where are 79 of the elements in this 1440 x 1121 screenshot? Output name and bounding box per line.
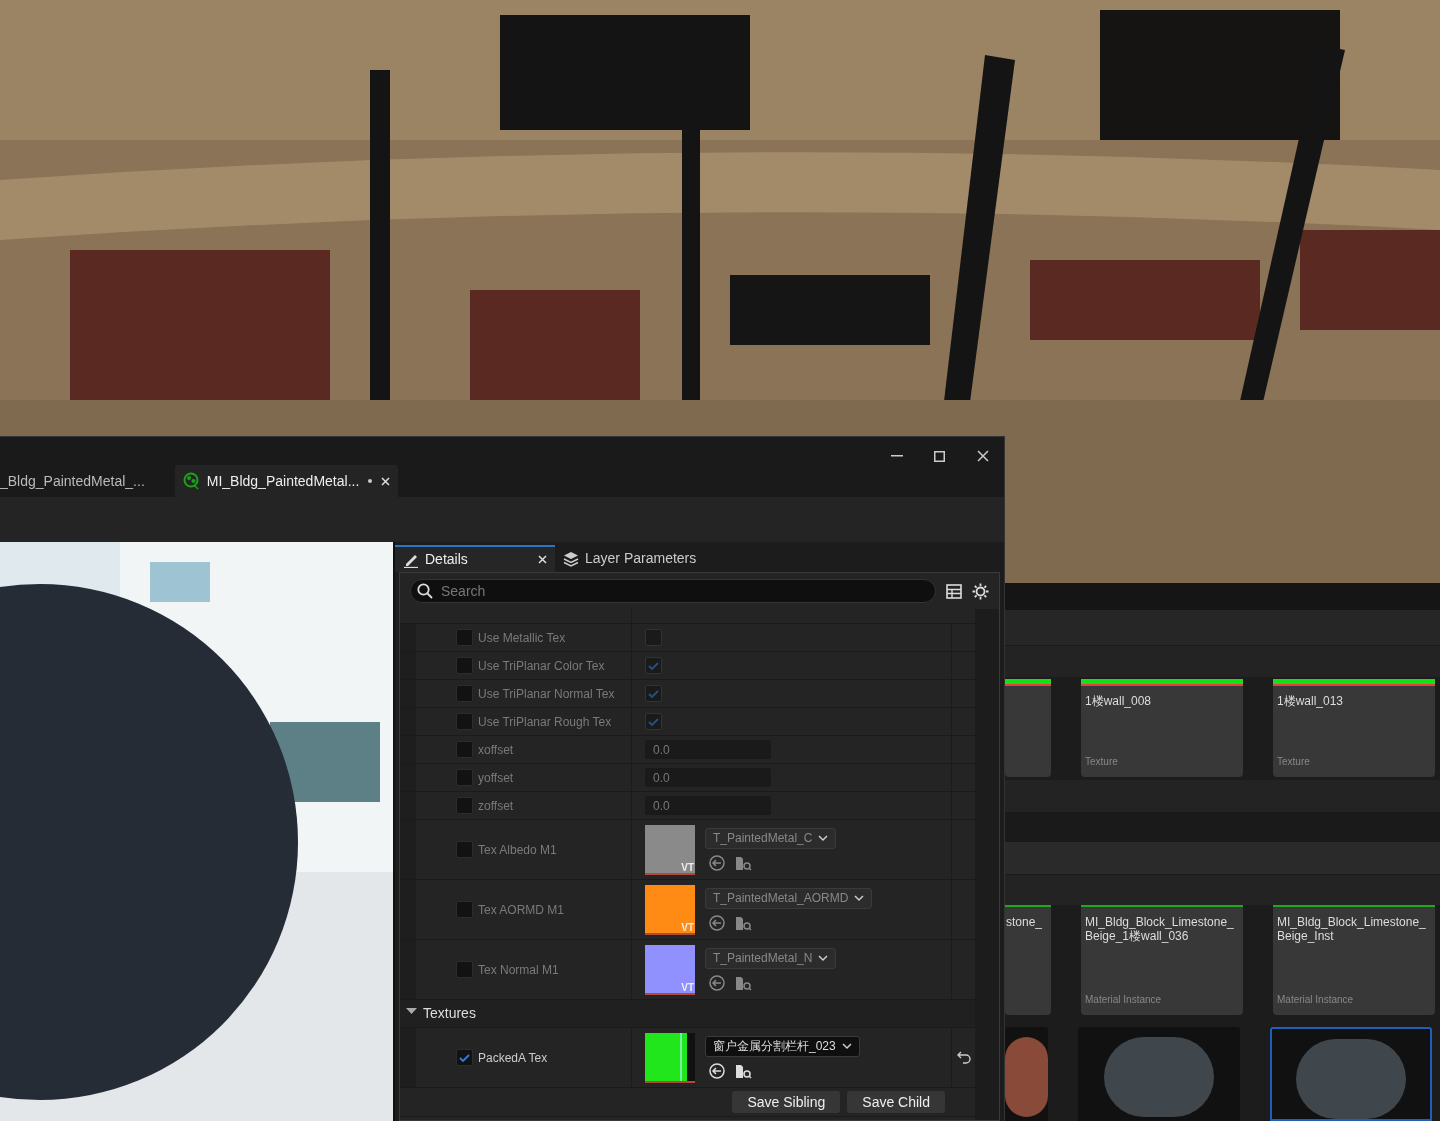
maximize-icon <box>934 450 945 462</box>
override-checkbox[interactable] <box>456 797 473 814</box>
property-label: Tex AORMD M1 <box>478 901 564 919</box>
caret-icon <box>841 1042 852 1050</box>
override-checkbox[interactable] <box>456 961 473 978</box>
asset-card[interactable]: MI_Bldg_Block_Limestone_ Beige_Inst Material Instance <box>1273 905 1435 1015</box>
asset-name: 1楼wall_008 <box>1085 694 1153 709</box>
property-label: PackedA Tex <box>478 1049 548 1067</box>
caret-icon <box>818 954 829 962</box>
editor-tab[interactable]: MI_Bldg_PaintedMetal... <box>174 465 399 497</box>
texture-swatch: VT <box>645 944 695 995</box>
asset-card[interactable] <box>1005 679 1051 777</box>
override-checkbox[interactable] <box>456 713 473 730</box>
save-button[interactable]: Save Child <box>847 1091 945 1113</box>
close-icon[interactable] <box>381 476 391 486</box>
asset-type: Texture <box>1277 754 1311 769</box>
texture-swatch: VT <box>645 824 695 875</box>
override-checkbox[interactable] <box>456 1049 473 1066</box>
number-field[interactable]: 0.0 <box>645 740 771 759</box>
asset-type: Material Instance <box>1085 993 1163 1007</box>
table-view-icon[interactable] <box>946 583 962 599</box>
folder-search-icon[interactable] <box>735 1062 752 1080</box>
value-checkbox[interactable] <box>645 685 662 702</box>
asset-type: Texture <box>1085 754 1119 769</box>
material-icon <box>182 472 199 490</box>
editor-tab[interactable]: _Bldg_PaintedMetal_... <box>0 465 145 497</box>
property-label: Use TriPlanar Rough Tex <box>478 713 612 731</box>
asset-thumbnail[interactable] <box>1005 1027 1048 1121</box>
group-header[interactable]: Textures <box>423 1003 476 1024</box>
asset-type: Material Instance <box>1277 993 1355 1007</box>
value-checkbox[interactable] <box>645 629 662 646</box>
property-label: zoffset <box>478 797 514 815</box>
asset-card[interactable]: MI_Bldg_Block_Limestone_ Beige_1楼wall_036 Material Instance <box>1081 905 1243 1015</box>
caret-icon <box>854 894 865 902</box>
override-checkbox[interactable] <box>456 741 473 758</box>
panel-tab[interactable]: Details <box>395 545 555 572</box>
minimize-icon <box>890 455 903 457</box>
property-label: Tex Normal M1 <box>478 961 559 979</box>
number-field[interactable]: 0.0 <box>645 796 771 815</box>
property-label: Use TriPlanar Color Tex <box>478 657 605 675</box>
asset-dropdown[interactable]: T_PaintedMetal_C <box>705 827 837 849</box>
close-icon <box>976 450 989 462</box>
asset-card[interactable]: 1楼wall_008 Texture <box>1081 679 1243 777</box>
asset-dropdown[interactable]: T_PaintedMetal_N <box>705 947 837 969</box>
override-checkbox[interactable] <box>456 769 473 786</box>
override-checkbox[interactable] <box>456 685 473 702</box>
property-label: Use TriPlanar Normal Tex <box>478 685 615 703</box>
save-button[interactable]: Save Sibling <box>732 1091 841 1113</box>
asset-name: MI_Bldg_Block_Limestone_ Beige_Inst <box>1277 915 1427 944</box>
caret-icon <box>818 834 829 842</box>
override-checkbox[interactable] <box>456 841 473 858</box>
value-checkbox[interactable] <box>645 657 662 674</box>
override-checkbox[interactable] <box>456 901 473 918</box>
panel-tab[interactable]: Layer Parameters <box>555 545 705 572</box>
asset-thumbnail[interactable] <box>1270 1027 1432 1121</box>
asset-card[interactable]: 1楼wall_013 Texture <box>1273 679 1435 777</box>
search-icon <box>417 583 433 599</box>
property-label: xoffset <box>478 741 514 759</box>
unsaved-dot-icon <box>367 478 374 484</box>
asset-dropdown[interactable]: T_PaintedMetal_AORMD <box>705 887 873 909</box>
asset-thumbnail[interactable] <box>1078 1027 1240 1121</box>
property-label: yoffset <box>478 769 514 787</box>
property-label: Tex Albedo M1 <box>478 841 557 859</box>
asset-card[interactable]: stone_ <box>1005 905 1051 1015</box>
asset-dropdown[interactable]: 窗户金属分割栏杆_023 <box>705 1035 860 1057</box>
asset-name: MI_Bldg_Block_Limestone_ Beige_1楼wall_036 <box>1085 915 1235 944</box>
close-icon[interactable] <box>538 555 547 564</box>
layers-icon <box>563 550 579 567</box>
override-checkbox[interactable] <box>456 657 473 674</box>
settings-icon[interactable] <box>972 582 989 600</box>
asset-name: stone_ <box>1006 915 1043 930</box>
value-checkbox[interactable] <box>645 713 662 730</box>
property-label: Use Metallic Tex <box>478 629 566 647</box>
reset-arrow-icon[interactable] <box>956 1051 971 1064</box>
number-field[interactable]: 0.0 <box>645 768 771 787</box>
texture-swatch: VT <box>645 884 695 935</box>
override-checkbox[interactable] <box>456 629 473 646</box>
asset-name: 1楼wall_013 <box>1277 694 1345 709</box>
scrollbar-track[interactable] <box>975 609 999 1120</box>
